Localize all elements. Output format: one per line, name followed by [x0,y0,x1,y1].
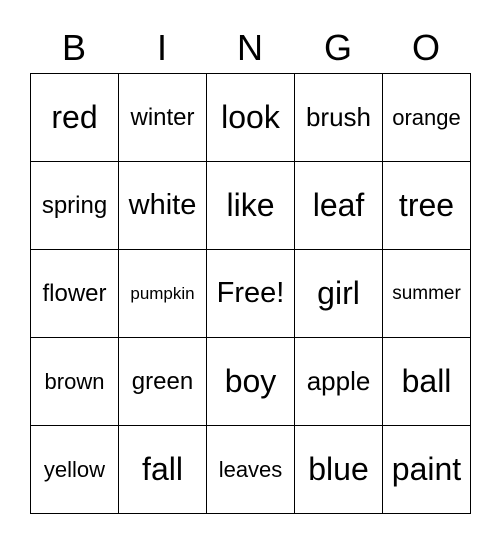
header-letter-i: I [156,27,167,68]
bingo-cell: white [119,162,207,250]
bingo-cell: spring [31,162,119,250]
bingo-grid: red winter look brush orange spring whit… [30,73,471,514]
bingo-cell: apple [295,338,383,426]
bingo-cell: yellow [31,426,119,514]
bingo-cell: winter [119,74,207,162]
bingo-cell: pumpkin [119,250,207,338]
bingo-cell: orange [383,74,471,162]
bingo-header: B I N G O [30,26,470,70]
bingo-cell: ball [383,338,471,426]
bingo-cell: brown [31,338,119,426]
bingo-cell: flower [31,250,119,338]
header-letter-g: G [323,27,352,68]
header-letter-b: B [61,27,86,68]
bingo-cell: boy [207,338,295,426]
header-letter-o: O [411,27,440,68]
free-space-cell: Free! [207,250,295,338]
bingo-cell: look [207,74,295,162]
bingo-cell: girl [295,250,383,338]
bingo-cell: red [31,74,119,162]
bingo-cell: tree [383,162,471,250]
bingo-cell: fall [119,426,207,514]
header-letter-n: N [237,27,263,68]
bingo-cell: summer [383,250,471,338]
bingo-cell: blue [295,426,383,514]
bingo-cell: brush [295,74,383,162]
bingo-cell: green [119,338,207,426]
bingo-cell: leaves [207,426,295,514]
bingo-cell: leaf [295,162,383,250]
bingo-cell: like [207,162,295,250]
bingo-cell: paint [383,426,471,514]
